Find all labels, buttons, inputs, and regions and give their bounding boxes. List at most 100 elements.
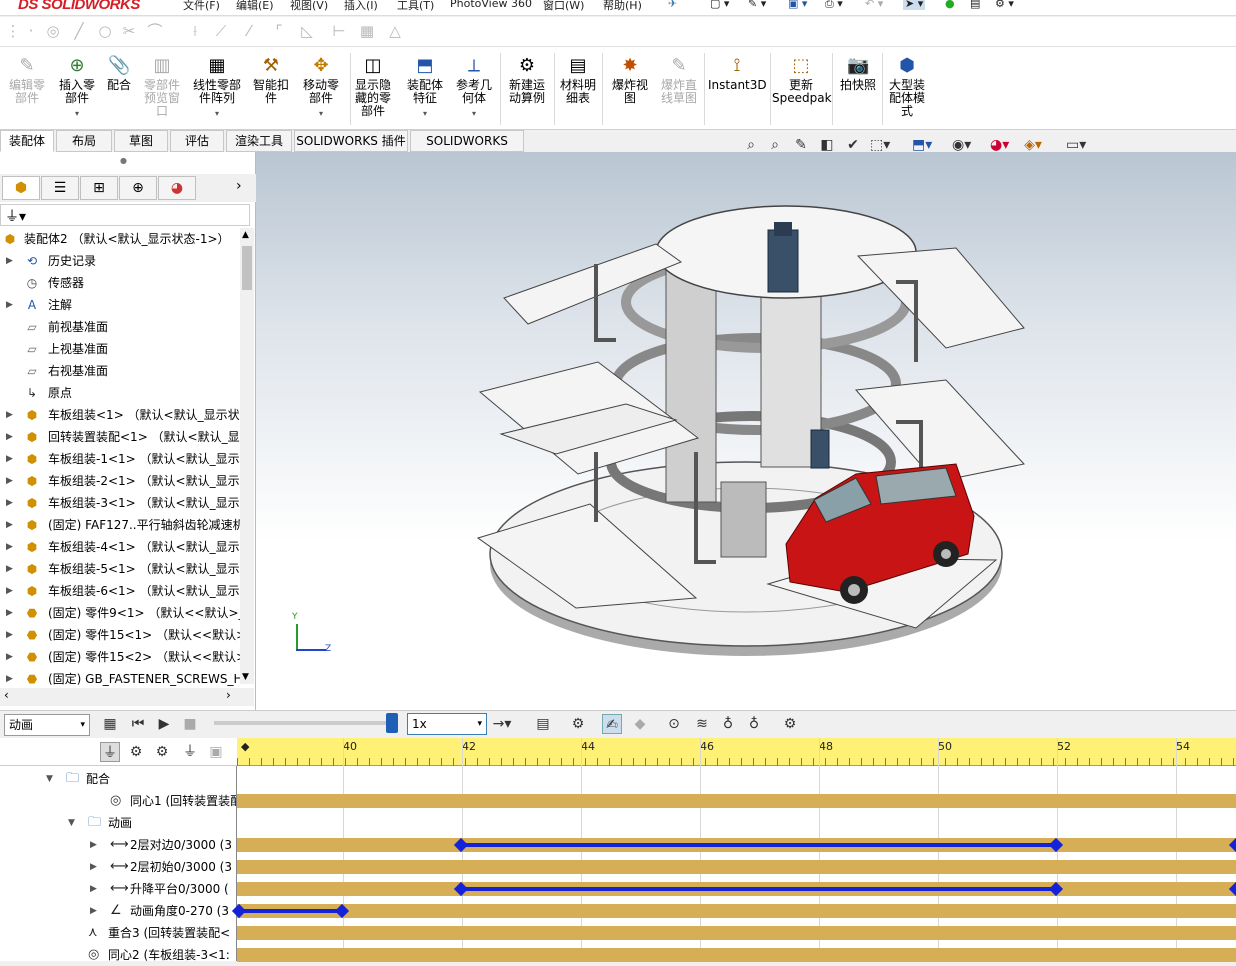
expand-icon[interactable]: ▶ — [6, 492, 13, 514]
previous-view-icon[interactable]: ✎ — [792, 136, 810, 154]
circle2-icon[interactable]: ○ — [96, 22, 114, 40]
rebuild-icon[interactable]: ● — [945, 0, 955, 10]
tree-hscrollbar[interactable]: ‹ › — [0, 688, 254, 706]
expand-icon[interactable]: ▶ — [6, 294, 13, 316]
show-hidden-button[interactable]: ◫ 显示隐 藏的零 部件 — [352, 55, 394, 118]
tab-solidworks-addins[interactable]: SOLIDWORKS 插件 — [294, 130, 408, 152]
motion-tree-row[interactable]: ◎ 同心1 (回转装置装配< — [0, 790, 236, 812]
corner-icon[interactable]: ⌜ — [270, 22, 288, 40]
tree-item[interactable]: ▶ ⟲ 历史记录 — [0, 250, 240, 272]
study-properties-icon[interactable]: ⚙ — [780, 714, 800, 734]
component-preview-button[interactable]: ▥ 零部件 预览窗 口 — [138, 55, 186, 118]
chevron-right-icon[interactable]: › — [236, 178, 242, 194]
expand-icon[interactable]: ▶ — [90, 900, 97, 922]
grid-icon[interactable]: ▦ — [358, 22, 376, 40]
tree-item[interactable]: ▶ ⬢ (固定) FAF127..平行轴斜齿轮减速机 — [0, 514, 240, 536]
edit-component-button[interactable]: ✎ 编辑零 部件 — [4, 55, 50, 105]
move-component-button[interactable]: ✥ 移动零 部件 ▾ — [296, 55, 346, 120]
expand-icon[interactable]: ▶ — [90, 856, 97, 878]
bom-button[interactable]: ▤ 材料明 细表 — [556, 55, 600, 105]
scroll-right-icon[interactable]: › — [226, 688, 231, 702]
tab-render-tools[interactable]: 渲染工具 — [226, 130, 292, 152]
expand-icon[interactable]: ▶ — [90, 834, 97, 856]
play-from-start-icon[interactable]: ⏮ — [128, 714, 148, 734]
menu-edit[interactable]: 编辑(E) — [236, 0, 274, 13]
tree-item[interactable]: ▱ 前视基准面 — [0, 316, 240, 338]
filter-selected-icon[interactable]: ⚙ — [152, 742, 172, 762]
tree-item[interactable]: ▶ A 注解 — [0, 294, 240, 316]
point-icon[interactable]: · — [22, 22, 40, 40]
tree-item[interactable]: ▶ ⬢ 车板组装-1<1> （默认<默认_显示状 — [0, 448, 240, 470]
autokey-icon[interactable]: ✍ — [602, 714, 622, 734]
tab-assembly[interactable]: 装配体 — [0, 130, 54, 152]
new-doc-icon[interactable]: ▢ ▾ — [710, 0, 729, 10]
feature-tree-tab[interactable]: ⬢ — [2, 176, 40, 200]
tree-item[interactable]: ▶ ⬣ (固定) GB_FASTENER_SCREWS_HS — [0, 668, 240, 690]
options-icon[interactable]: ⚙ ▾ — [995, 0, 1014, 10]
tree-item[interactable]: ▶ ⬢ 车板组装-2<1> （默认<默认_显示状 — [0, 470, 240, 492]
tree-root[interactable]: ⬢ 装配体2 （默认<默认_显示状态-1>） — [0, 228, 250, 250]
timeline-bar[interactable] — [237, 926, 1236, 940]
select-icon[interactable]: ➤ ▾ — [903, 0, 926, 10]
playback-slider-thumb[interactable] — [386, 713, 398, 733]
timeline-bar[interactable] — [237, 904, 1236, 918]
arc-icon[interactable]: ⌒ — [146, 22, 164, 40]
expand-icon[interactable]: ▶ — [6, 426, 13, 448]
playback-speed-select[interactable]: 1x ▾ — [407, 713, 487, 735]
tree-item[interactable]: ▶ ⬢ 车板组装-4<1> （默认<默认_显示状 — [0, 536, 240, 558]
line-icon[interactable]: ╱ — [70, 22, 88, 40]
motion-tree-row[interactable]: ▶ ∠ 动画角度0-270 (3 — [0, 900, 236, 922]
tree-item[interactable]: ◷ 传感器 — [0, 272, 240, 294]
expand-icon[interactable]: ▶ — [6, 250, 13, 272]
zoom-timeline-icon[interactable]: ▣ — [206, 742, 226, 762]
filter-driving-icon[interactable]: ⚙ — [126, 742, 146, 762]
mate-button[interactable]: 📎 配合 — [102, 55, 136, 92]
motion-tree-row[interactable]: ▶ ⟷ 2层对边0/3000 (3 — [0, 834, 236, 856]
motion-tree-row[interactable]: ◎ 同心2 (车板组装-3<1: — [0, 944, 236, 966]
menu-help[interactable]: 帮助(H) — [603, 0, 642, 13]
exploded-view-button[interactable]: ✸ 爆炸视 图 — [606, 55, 654, 105]
playback-slider[interactable] — [214, 721, 394, 725]
motion-tree-row[interactable]: ⋏ 重合3 (回转装置装配< — [0, 922, 236, 944]
print-icon[interactable]: ⎙ ▾ — [825, 0, 843, 11]
menu-window[interactable]: 窗口(W) — [543, 0, 584, 13]
menu-insert[interactable]: 插入(I) — [344, 0, 378, 13]
splitter-handle[interactable]: ● — [120, 156, 127, 165]
configuration-manager-tab[interactable]: ⊞ — [80, 176, 118, 200]
contact-icon[interactable]: ♁ — [718, 714, 738, 734]
playback-mode-icon[interactable]: →▾ — [492, 714, 512, 734]
section-view-icon[interactable]: ◧ — [818, 136, 836, 154]
instant3d-button[interactable]: ⟟ Instant3D — [708, 55, 767, 92]
save-icon[interactable]: ▣ ▾ — [788, 0, 807, 10]
study-type-select[interactable]: 动画 ▾ — [4, 714, 90, 736]
gravity-icon[interactable]: ♁ — [744, 714, 764, 734]
snapshot-button[interactable]: 📷 拍快照 — [836, 55, 880, 92]
timeline-bar[interactable] — [237, 860, 1236, 874]
slot-icon[interactable]: ⁄ — [240, 22, 258, 40]
collapse-icon[interactable]: ▼ — [46, 768, 53, 790]
tab-layout[interactable]: 布局 — [56, 130, 112, 152]
linear-pattern-button[interactable]: ▦ 线性零部 件阵列 ▾ — [188, 55, 246, 120]
collapse-icon[interactable]: ▼ — [68, 812, 75, 834]
tree-item[interactable]: ▶ ⬢ 车板组装-3<1> （默认<默认_显示状 — [0, 492, 240, 514]
save-animation-icon[interactable]: ▤ — [533, 714, 553, 734]
add-key-icon[interactable]: ◆ — [630, 714, 650, 734]
spring-icon[interactable]: ≋ — [692, 714, 712, 734]
tree-item[interactable]: ▶ ⬣ (固定) 零件15<1> （默认<<默认>_ — [0, 624, 240, 646]
change-bar[interactable] — [461, 887, 1056, 891]
tree-scrollbar[interactable]: ▲ ▼ — [240, 228, 254, 684]
dimension-icon[interactable]: ⊢ — [330, 22, 348, 40]
scroll-up-icon[interactable]: ▲ — [242, 230, 249, 240]
assembly-model[interactable] — [256, 152, 1236, 710]
display-style-icon[interactable]: ⬒▾ — [912, 136, 932, 154]
angle-icon[interactable]: △ — [386, 22, 404, 40]
filter-icon[interactable]: ⏚▾ — [5, 206, 26, 226]
insert-component-button[interactable]: ⊕ 插入零 部件 ▾ — [52, 55, 102, 120]
play-icon[interactable]: ▶ — [154, 714, 174, 734]
filter-results-icon[interactable]: ⏚ — [180, 742, 200, 762]
offset-icon[interactable]: ⟋ — [212, 22, 230, 40]
change-bar[interactable] — [461, 843, 1056, 847]
property-manager-tab[interactable]: ☰ — [41, 176, 79, 200]
tree-filter[interactable]: ⏚▾ — [0, 204, 250, 226]
tab-solidworks-mbd[interactable]: SOLIDWORKS MBD — [410, 130, 524, 168]
